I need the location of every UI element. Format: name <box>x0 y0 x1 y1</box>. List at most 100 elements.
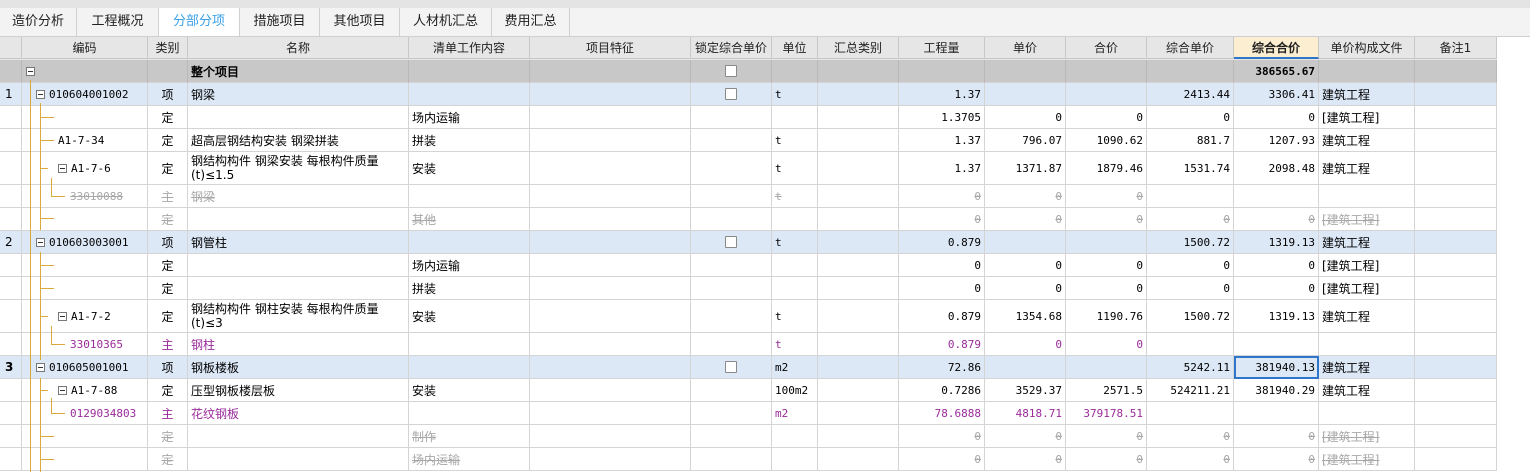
name-cell[interactable]: 钢柱 <box>188 333 409 356</box>
composite-unit-price-cell[interactable]: 1500.72 <box>1147 231 1234 254</box>
table-row[interactable]: 33010365 主钢柱 t 0.879 0 0 <box>0 333 1497 356</box>
note-cell[interactable] <box>1415 129 1497 152</box>
item-features-cell[interactable] <box>530 254 691 277</box>
header-quantity[interactable]: 工程量 <box>899 37 985 59</box>
composite-unit-price-cell[interactable]: 524211.21 <box>1147 379 1234 402</box>
work-content-cell[interactable] <box>409 83 530 106</box>
item-features-cell[interactable] <box>530 379 691 402</box>
category-cell[interactable]: 定 <box>148 208 188 231</box>
name-cell[interactable]: 花纹钢板 <box>188 402 409 425</box>
summary-category-cell[interactable] <box>818 356 899 379</box>
lock-price-cell[interactable] <box>691 333 772 356</box>
summary-category-cell[interactable] <box>818 254 899 277</box>
composite-unit-price-cell[interactable]: 881.7 <box>1147 129 1234 152</box>
quantity-cell[interactable]: 1.37 <box>899 83 985 106</box>
quantity-cell[interactable]: 1.37 <box>899 129 985 152</box>
category-cell[interactable] <box>148 60 188 83</box>
lock-price-cell[interactable] <box>691 106 772 129</box>
table-row[interactable]: 33010088 主钢梁 t 0 0 0 <box>0 185 1497 208</box>
note-cell[interactable] <box>1415 333 1497 356</box>
tab-fee-summary[interactable]: 费用汇总 <box>492 8 570 36</box>
quantity-cell[interactable]: 0 <box>899 277 985 300</box>
unit-cell[interactable] <box>772 425 818 448</box>
category-cell[interactable]: 定 <box>148 106 188 129</box>
composite-total-cell[interactable]: 381940.29 <box>1234 379 1319 402</box>
note-cell[interactable] <box>1415 254 1497 277</box>
name-cell[interactable] <box>188 448 409 471</box>
composite-total-cell[interactable]: 3306.41 <box>1234 83 1319 106</box>
composite-total-cell[interactable]: 1319.13 <box>1234 300 1319 333</box>
table-row[interactable]: 定拼装 0 0 0 0 0 [建筑工程] <box>0 277 1497 300</box>
summary-category-cell[interactable] <box>818 333 899 356</box>
item-features-cell[interactable] <box>530 448 691 471</box>
unit-price-cell[interactable]: 0 <box>985 208 1066 231</box>
item-features-cell[interactable] <box>530 185 691 208</box>
table-row[interactable]: 定场内运输 1.3705 0 0 0 0 [建筑工程] <box>0 106 1497 129</box>
price-file-cell[interactable]: [建筑工程] <box>1319 106 1415 129</box>
table-row[interactable]: 定场内运输 0 0 0 0 0 [建筑工程] <box>0 254 1497 277</box>
note-cell[interactable] <box>1415 231 1497 254</box>
name-cell[interactable] <box>188 254 409 277</box>
price-file-cell[interactable]: 建筑工程 <box>1319 231 1415 254</box>
work-content-cell[interactable] <box>409 231 530 254</box>
unit-cell[interactable] <box>772 106 818 129</box>
work-content-cell[interactable] <box>409 356 530 379</box>
unit-cell[interactable]: t <box>772 300 818 333</box>
note-cell[interactable] <box>1415 185 1497 208</box>
note-cell[interactable] <box>1415 448 1497 471</box>
name-cell[interactable]: 压型钢板楼层板 <box>188 379 409 402</box>
lock-price-cell[interactable] <box>691 356 772 379</box>
unit-price-cell[interactable]: 1354.68 <box>985 300 1066 333</box>
bill-item-row[interactable]: 3 010605001001 项钢板楼板 m2 72.86 5242.11 381940.1… <box>0 356 1497 379</box>
unit-cell[interactable]: t <box>772 83 818 106</box>
tab-cost-analysis[interactable]: 造价分析 <box>0 8 77 36</box>
collapse-toggle-icon[interactable] <box>36 362 45 372</box>
item-features-cell[interactable] <box>530 425 691 448</box>
quantity-cell[interactable]: 72.86 <box>899 356 985 379</box>
note-cell[interactable] <box>1415 277 1497 300</box>
work-content-cell[interactable] <box>409 402 530 425</box>
header-composite-total[interactable]: 综合合价 <box>1234 37 1319 59</box>
table-row[interactable]: 定场内运输 0 0 0 0 0 [建筑工程] <box>0 448 1497 471</box>
name-cell[interactable]: 整个项目 <box>188 60 409 83</box>
composite-unit-price-cell[interactable] <box>1147 185 1234 208</box>
header-name[interactable]: 名称 <box>188 37 409 59</box>
total-price-cell[interactable]: 0 <box>1066 277 1147 300</box>
item-features-cell[interactable] <box>530 356 691 379</box>
unit-price-cell[interactable]: 3529.37 <box>985 379 1066 402</box>
code-cell[interactable]: 010603003001 <box>22 231 148 254</box>
unit-cell[interactable]: t <box>772 231 818 254</box>
name-cell[interactable] <box>188 425 409 448</box>
item-features-cell[interactable] <box>530 231 691 254</box>
summary-category-cell[interactable] <box>818 402 899 425</box>
summary-category-cell[interactable] <box>818 300 899 333</box>
category-cell[interactable]: 主 <box>148 402 188 425</box>
work-content-cell[interactable] <box>409 60 530 83</box>
summary-category-cell[interactable] <box>818 277 899 300</box>
table-row[interactable]: A1-7-88 定压型钢板楼层板 安装 100m2 0.7286 3529.37 2571.… <box>0 379 1497 402</box>
unit-cell[interactable]: t <box>772 333 818 356</box>
table-row[interactable]: A1-7-34 定超高层钢结构安装 钢梁拼装 拼装 t 1.37 796.07 1090.6… <box>0 129 1497 152</box>
composite-total-cell[interactable]: 0 <box>1234 425 1319 448</box>
header-composite-unit-price[interactable]: 综合单价 <box>1147 37 1234 59</box>
unit-cell[interactable]: t <box>772 185 818 208</box>
tab-measures[interactable]: 措施项目 <box>240 8 320 36</box>
total-price-cell[interactable]: 0 <box>1066 448 1147 471</box>
unit-cell[interactable]: m2 <box>772 356 818 379</box>
quantity-cell[interactable]: 0 <box>899 425 985 448</box>
quantity-cell[interactable]: 0 <box>899 185 985 208</box>
item-features-cell[interactable] <box>530 83 691 106</box>
unit-price-cell[interactable]: 796.07 <box>985 129 1066 152</box>
composite-total-cell[interactable] <box>1234 333 1319 356</box>
collapse-toggle-icon[interactable] <box>58 385 67 395</box>
unit-cell[interactable] <box>772 208 818 231</box>
tab-labor-material-summary[interactable]: 人材机汇总 <box>400 8 492 36</box>
unit-price-cell[interactable]: 1371.87 <box>985 152 1066 185</box>
unit-cell[interactable]: t <box>772 129 818 152</box>
collapse-toggle-icon[interactable] <box>26 66 35 76</box>
quantity-cell[interactable]: 78.6888 <box>899 402 985 425</box>
unit-price-cell[interactable]: 0 <box>985 185 1066 208</box>
price-file-cell[interactable]: [建筑工程] <box>1319 277 1415 300</box>
header-total-price[interactable]: 合价 <box>1066 37 1147 59</box>
category-cell[interactable]: 定 <box>148 300 188 333</box>
